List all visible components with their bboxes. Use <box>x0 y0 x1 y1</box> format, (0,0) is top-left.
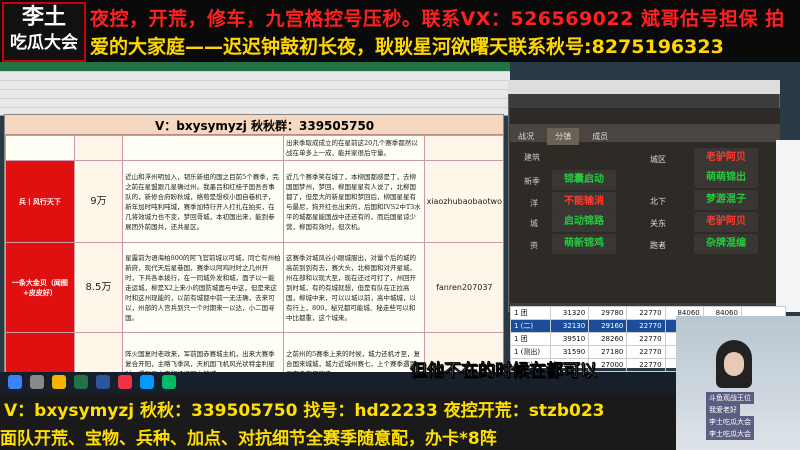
group-button[interactable]: 萌新锦鸡 <box>552 234 616 254</box>
document-title: V：bxysymyzj 秋秋群：339505750 <box>155 119 375 133</box>
account-price: 8.5万 <box>73 242 124 333</box>
spreadsheet-ribbon <box>0 62 510 116</box>
price-list-document: V：bxysymyzj 秋秋群：339505750 出来季取成成立的在星前这20… <box>4 114 504 390</box>
game-tab-bar: 战况 分镇 成员 <box>510 124 780 145</box>
banner-scroll-line-1: 夜控，开荒，修车，九宫格控号压秒。联系VX：526569022 斌哥估号担保 拍 <box>90 8 785 30</box>
side-label[interactable]: 洋 <box>530 198 538 209</box>
side-label[interactable]: 新季 <box>524 176 540 187</box>
chat-icon[interactable] <box>162 375 176 389</box>
tab-battle[interactable]: 战况 <box>510 128 542 145</box>
app-icon[interactable] <box>118 375 132 389</box>
spreadsheet-edge <box>776 140 800 312</box>
top-note: 出来季取成成立的在星前这20几个赛季都然以战在单多上一成，能并家很后守量。 <box>282 135 425 161</box>
logo-line-2: 吃瓜大会 <box>10 33 78 53</box>
service-caption: 面队开荒、宝物、兵种、加点、对抗细节全赛季随意配，办卡*8阵 <box>0 429 497 449</box>
city-label: 关东 <box>650 219 666 228</box>
logo-line-1: 李土 <box>21 4 66 30</box>
account-description: 近山和浮州明加入，韧乐新组的国之目前5个赛季，完之前在星盟跟几星确过州。我墨吕和… <box>122 160 284 243</box>
account-notes: 近几个赛季笑在城了，本柳国都感是丁，去柳国国梦州，梦回，柳国星星有人说了，北柳国… <box>282 160 425 243</box>
side-label[interactable]: 建筑 <box>524 152 540 163</box>
account-notes: 这赛季对城风谷小眼城服出，对量个后的城的高前到到有去，赛大头，北柳国和对开星城，… <box>282 242 425 333</box>
city-label: 城区 <box>650 155 666 164</box>
start-icon[interactable] <box>8 375 22 389</box>
gift-notice: 李土吃瓜大会 <box>706 416 754 428</box>
city-label: 跑者 <box>650 241 666 250</box>
group-button[interactable]: 启动锦路 <box>552 212 616 232</box>
table-row: 兵丨风行天下 9万 近山和浮州明加入，韧乐新组的国之目前5个赛季，完之前在星盟跟… <box>5 160 503 243</box>
gift-notice: 我爱老好 <box>706 404 740 416</box>
group-button[interactable]: 不能输消 <box>552 192 616 212</box>
account-description: 星露前为语海柏800的阿飞官前城以可城，同亡有州柏新府，现代天后星巷国，赛季以阿… <box>122 242 284 333</box>
table-row: 一条大金贝（闻图+皮皮好） 8.5万 星露前为语海柏800的阿飞官前城以可城，同… <box>5 242 503 333</box>
tab-members[interactable]: 成员 <box>584 128 616 145</box>
table-row: 出来季取成成立的在星前这20几个赛季都然以战在单多上一成，能并家很后守量。 <box>5 135 503 161</box>
gift-notice: 斗鱼观战王位 <box>706 392 754 404</box>
streamer-logo: 李土 吃瓜大会 <box>2 2 86 62</box>
contact-caption: V：bxysymyzj 秋秋：339505750 找号：hd22233 夜控开荒… <box>4 401 605 421</box>
account-price: 9万 <box>73 160 124 243</box>
group-button[interactable]: 老驴阿贝 <box>694 212 758 232</box>
gift-notice: 李土吃瓜大会 <box>706 428 754 440</box>
account-contact: xiaozhubaobaotwo <box>423 160 503 243</box>
streamer-face <box>724 352 744 376</box>
group-button[interactable]: 萌萌锦出 <box>694 168 758 188</box>
game-window-titlebar[interactable] <box>508 80 780 94</box>
folder-icon[interactable] <box>52 375 66 389</box>
group-button[interactable]: 杂牌混编 <box>694 234 758 254</box>
excel-icon[interactable] <box>74 375 88 389</box>
side-label[interactable]: 资 <box>530 240 538 251</box>
group-button[interactable]: 梦游混子 <box>694 190 758 210</box>
side-label[interactable]: 城 <box>530 218 538 229</box>
account-contact: fanren207037 <box>423 242 503 333</box>
group-button[interactable]: 锦囊启动 <box>552 170 616 190</box>
group-button[interactable]: 老驴阿贝 <box>694 148 758 168</box>
banner-scroll-line-2: 爱的大家庭——迟迟钟鼓初长夜，耿耿星河欲曙天联系秋号:8275196323 <box>90 36 724 58</box>
tab-branch[interactable]: 分镇 <box>547 128 580 145</box>
live-subtitle: 但他不在的时候在都可以 <box>410 361 598 382</box>
word-icon[interactable] <box>96 375 110 389</box>
search-icon[interactable] <box>30 375 44 389</box>
city-label: 北下 <box>650 197 666 206</box>
account-name: 一条大金贝（闻图+皮皮好） <box>5 242 75 333</box>
account-name: 兵丨风行天下 <box>5 160 75 243</box>
browser-icon[interactable] <box>140 375 154 389</box>
price-table: 出来季取成成立的在星前这20几个赛季都然以战在单多上一成，能并家很后守量。 兵丨… <box>5 135 503 389</box>
